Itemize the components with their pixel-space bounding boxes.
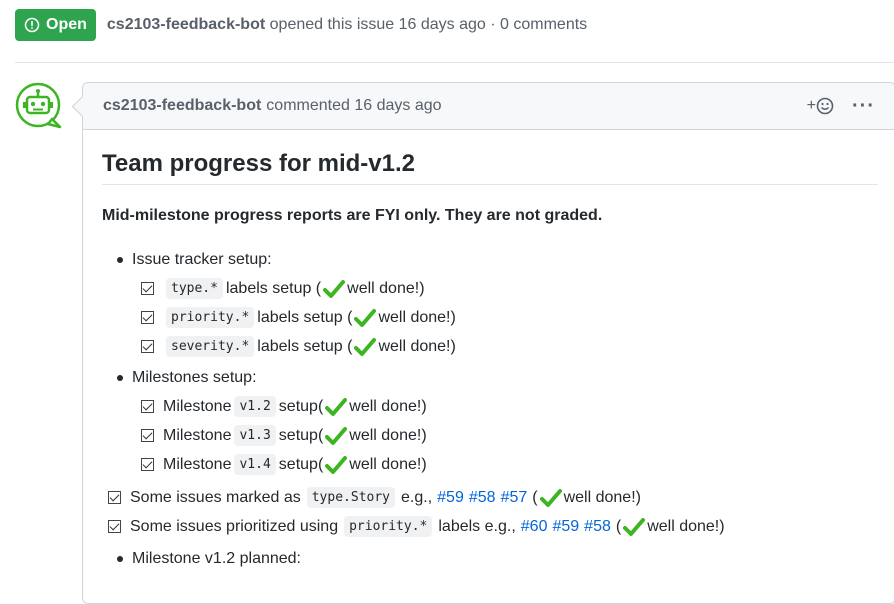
task-pre: Milestone (163, 397, 232, 415)
issue-header: Open cs2103-feedback-bot opened this iss… (15, 9, 587, 41)
task-text: labels setup ( (257, 308, 353, 326)
fyi-note: Mid-milestone progress reports are FYI o… (102, 207, 603, 224)
issue-tracker-label: Issue tracker setup: (102, 245, 894, 274)
task-done: well done!) (563, 488, 641, 506)
comment-time: commented 16 days ago (266, 97, 442, 114)
task-pre: Some issues prioritized using (130, 517, 339, 535)
task-pre: Some issues marked as (130, 488, 301, 506)
divider (15, 62, 894, 63)
issue-link[interactable]: #60 (521, 518, 548, 536)
issue-author-link[interactable]: cs2103-feedback-bot (107, 16, 265, 33)
inline-code: type.* (166, 278, 223, 299)
task-done: well done!) (378, 308, 456, 326)
check-mark-icon (325, 426, 348, 445)
issue-open-icon (24, 17, 40, 33)
open-state-badge: Open (15, 9, 96, 41)
plus-label: + (806, 97, 817, 114)
issue-meta: cs2103-feedback-bot opened this issue 16… (107, 16, 587, 34)
list-item: Milestones setup: Milestone v1.2 setup( … (102, 363, 894, 479)
task-item: Some issues marked as type.Story e.g., #… (102, 483, 894, 512)
more-options-button[interactable]: ··· (852, 95, 875, 118)
checkbox-checked[interactable] (141, 340, 154, 353)
inline-code: priority.* (344, 516, 433, 537)
task-item: severity.* labels setup ( well done!) (141, 332, 894, 361)
task-item: Milestone v1.4 setup( well done!) (141, 450, 894, 479)
check-mark-icon (323, 279, 346, 298)
milestone-planned-label: Milestone v1.2 planned: (102, 544, 894, 573)
check-mark-icon (354, 308, 377, 327)
task-item: Some issues prioritized using priority.*… (102, 512, 894, 541)
milestones-label: Milestones setup: (102, 363, 894, 392)
issue-link[interactable]: #58 (469, 489, 496, 507)
progress-list: Issue tracker setup: type.* labels setup… (102, 245, 894, 479)
state-label: Open (46, 16, 87, 33)
task-post: ( (615, 517, 622, 535)
comment-author-link[interactable]: cs2103-feedback-bot (103, 97, 261, 115)
bot-avatar[interactable] (14, 81, 64, 131)
inline-code: v1.3 (234, 425, 276, 446)
inline-code: type.Story (306, 487, 396, 508)
task-done: well done!) (347, 279, 425, 297)
comment-header: cs2103-feedback-bot commented 16 days ag… (83, 83, 894, 130)
task-pre: Milestone (163, 426, 232, 444)
checkbox-checked[interactable] (108, 520, 121, 533)
planned-list: Milestone v1.2 planned: (102, 544, 894, 573)
inline-code: priority.* (166, 307, 255, 328)
checkbox-checked[interactable] (141, 282, 154, 295)
task-text: labels setup ( (257, 337, 353, 355)
check-mark-icon (325, 455, 348, 474)
checkbox-checked[interactable] (141, 429, 154, 442)
comment-title: Team progress for mid-v1.2 (102, 130, 878, 185)
task-text: setup( (278, 455, 324, 473)
issue-link[interactable]: #58 (584, 518, 611, 536)
check-mark-icon (354, 337, 377, 356)
task-done: well done!) (378, 337, 456, 355)
task-item: Milestone v1.2 setup( well done!) (141, 392, 894, 421)
comment-body: Team progress for mid-v1.2 Mid-milestone… (83, 130, 894, 573)
issue-tracker-tasks: type.* labels setup ( well done!) priori… (102, 274, 894, 361)
checkbox-checked[interactable] (108, 491, 121, 504)
task-mid: labels e.g., (438, 517, 516, 535)
inline-code: v1.4 (234, 454, 276, 475)
add-reaction-button[interactable]: + (807, 97, 834, 115)
task-done: well done!) (647, 517, 725, 535)
check-mark-icon (325, 397, 348, 416)
check-mark-icon (623, 517, 646, 536)
checkbox-checked[interactable] (141, 400, 154, 413)
checkbox-checked[interactable] (141, 458, 154, 471)
issue-link[interactable]: #57 (501, 489, 528, 507)
task-mid: e.g., (401, 488, 433, 506)
milestone-tasks: Milestone v1.2 setup( well done!) Milest… (102, 392, 894, 479)
task-post: ( (532, 488, 538, 506)
task-item: type.* labels setup ( well done!) (141, 274, 894, 303)
task-text: setup( (278, 426, 324, 444)
task-item: Milestone v1.3 setup( well done!) (141, 421, 894, 450)
inline-code: v1.2 (234, 396, 276, 417)
task-text: setup( (278, 397, 324, 415)
issue-link[interactable]: #59 (552, 518, 579, 536)
check-mark-icon (539, 488, 562, 507)
task-pre: Milestone (163, 455, 232, 473)
task-done: well done!) (349, 397, 427, 415)
issue-meta-text: opened this issue 16 days ago · 0 commen… (269, 16, 588, 33)
checkbox-checked[interactable] (141, 311, 154, 324)
task-done: well done!) (349, 455, 427, 473)
issue-link[interactable]: #59 (437, 489, 464, 507)
task-done: well done!) (349, 426, 427, 444)
comment-box: cs2103-feedback-bot commented 16 days ag… (82, 82, 894, 604)
task-text: labels setup ( (225, 279, 322, 297)
smiley-icon (816, 97, 834, 115)
list-item: Issue tracker setup: type.* labels setup… (102, 245, 894, 361)
inline-code: severity.* (166, 336, 255, 357)
task-item: priority.* labels setup ( well done!) (141, 303, 894, 332)
